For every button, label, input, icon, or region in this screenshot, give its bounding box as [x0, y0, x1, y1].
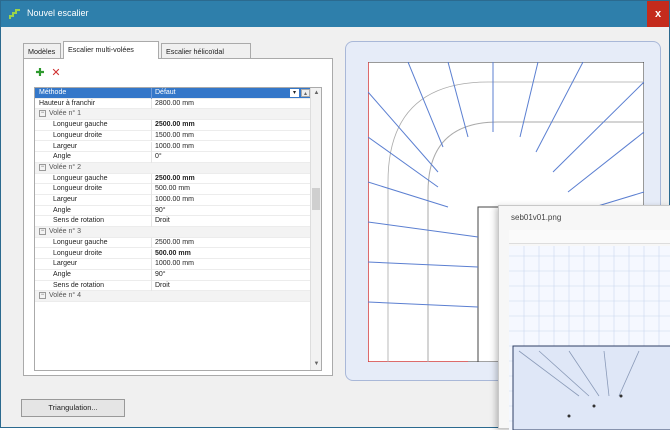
dialog-window: Nouvel escalier x Modèles Escalier multi…: [0, 0, 670, 430]
tab-escalier-multi-volees[interactable]: Escalier multi-volées: [63, 41, 159, 59]
scroll-up-arrow-icon[interactable]: ▲: [312, 89, 321, 98]
row-v1-angle[interactable]: Angle 0°: [35, 152, 311, 163]
row-v1-longueur-gauche[interactable]: Longueur gauche 2500.00 mm: [35, 120, 311, 131]
section-volee-2[interactable]: − Volée n° 2: [35, 162, 311, 174]
row-v1-largeur[interactable]: Largeur 1000.00 mm: [35, 141, 311, 153]
tab-escalier-helicoidal[interactable]: Escalier hélicoïdal: [161, 43, 251, 59]
scroll-up-icon[interactable]: ▴: [301, 89, 310, 97]
close-button[interactable]: x: [647, 1, 669, 27]
section-volee-4[interactable]: − Volée n° 4: [35, 291, 311, 302]
row-v2-largeur[interactable]: Largeur 1000.00 mm: [35, 195, 311, 206]
tab-modeles[interactable]: Modèles: [23, 43, 61, 59]
collapse-icon[interactable]: −: [39, 110, 46, 118]
dropdown-arrow-icon[interactable]: ▾: [290, 89, 299, 97]
vertical-scrollbar[interactable]: ▲ ▼: [310, 88, 321, 370]
row-methode[interactable]: Méthode Défaut ▾ ▴: [35, 88, 311, 99]
row-v3-sens-rotation[interactable]: Sens de rotation Droit: [35, 280, 311, 292]
delete-flight-icon[interactable]: ✕: [50, 67, 62, 79]
triangulation-button[interactable]: Triangulation...: [21, 399, 125, 417]
method-select[interactable]: Défaut: [151, 88, 176, 99]
section-volee-3[interactable]: − Volée n° 3: [35, 227, 311, 238]
image-preview-overlay[interactable]: seb01v01.png: [498, 205, 670, 430]
collapse-icon[interactable]: −: [39, 163, 46, 171]
collapse-icon[interactable]: −: [39, 291, 46, 299]
window-title: Nouvel escalier: [27, 8, 89, 18]
overlay-toolbar: [509, 230, 670, 244]
add-flight-icon[interactable]: ✚: [34, 67, 46, 79]
properties-panel: Modèles Escalier multi-volées Escalier h…: [19, 39, 335, 379]
overlay-title: seb01v01.png: [511, 213, 562, 222]
scroll-down-arrow-icon[interactable]: ▼: [312, 360, 321, 369]
row-v2-longueur-gauche[interactable]: Longueur gauche 2500.00 mm: [35, 173, 311, 185]
row-v1-longueur-droite[interactable]: Longueur droite 1500.00 mm: [35, 130, 311, 142]
row-v2-sens-rotation[interactable]: Sens de rotation Droit: [35, 216, 311, 228]
title-bar[interactable]: Nouvel escalier x: [1, 1, 669, 27]
tab-content: ✚ ✕ Méthode Défaut ▾ ▴ Hauteur à franchi…: [23, 58, 333, 376]
row-v3-longueur-droite[interactable]: Longueur droite 500.00 mm: [35, 248, 311, 260]
grid-plan-image: [509, 246, 670, 430]
overlay-canvas: [509, 246, 670, 430]
row-v3-largeur[interactable]: Largeur 1000.00 mm: [35, 259, 311, 270]
property-grid: Méthode Défaut ▾ ▴ Hauteur à franchir 28…: [34, 87, 322, 371]
row-v3-longueur-gauche[interactable]: Longueur gauche 2500.00 mm: [35, 237, 311, 249]
section-volee-1[interactable]: − Volée n° 1: [35, 109, 311, 121]
stair-app-icon: [9, 9, 20, 19]
row-v3-angle[interactable]: Angle 90°: [35, 269, 311, 281]
collapse-icon[interactable]: −: [39, 227, 46, 235]
row-v2-angle[interactable]: Angle 90°: [35, 205, 311, 217]
scroll-thumb[interactable]: [312, 188, 320, 210]
row-hauteur[interactable]: Hauteur à franchir 2800.00 mm: [35, 98, 311, 110]
row-v2-longueur-droite[interactable]: Longueur droite 500.00 mm: [35, 184, 311, 195]
